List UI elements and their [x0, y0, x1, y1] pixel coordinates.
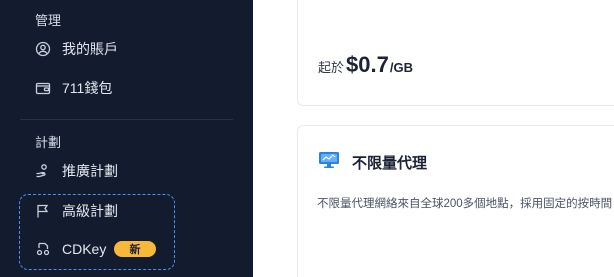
sidebar-item-label: 711錢包: [62, 80, 113, 96]
promotion-icon: [34, 162, 52, 180]
unlimited-proxy-card[interactable]: 不限量代理 不限量代理網絡來自全球200多個地點，採用固定的按時間: [297, 125, 614, 277]
section-title-plans: 計劃: [35, 135, 62, 150]
sidebar-item-premium-plan[interactable]: 高級計劃: [20, 193, 233, 229]
price-value: $0.7: [346, 52, 389, 77]
monitor-icon: [318, 151, 340, 169]
sidebar-divider: [20, 119, 233, 120]
card-title: 不限量代理: [352, 155, 428, 172]
main-content: 起於 $0.7 /GB 不限量代理 不限量代理網絡來自全球200多個地點，採用固…: [253, 0, 614, 277]
sidebar-item-label: 我的賬戶: [62, 41, 118, 57]
price-prefix: 起於: [318, 60, 345, 75]
user-circle-icon: [34, 40, 52, 58]
price-card: 起於 $0.7 /GB: [297, 0, 614, 106]
key-icon: [34, 240, 52, 258]
sidebar-item-label: CDKey: [62, 241, 107, 257]
sidebar: 管理 我的賬戶 711錢包 計劃 推廣計劃 高級計劃 CDKey 新: [0, 0, 253, 277]
section-title-manage: 管理: [35, 13, 62, 28]
sidebar-item-promotion[interactable]: 推廣計劃: [20, 153, 233, 189]
sidebar-item-my-account[interactable]: 我的賬戶: [20, 31, 233, 67]
price-row: 起於 $0.7 /GB: [318, 52, 413, 78]
new-badge: 新: [114, 241, 156, 257]
sidebar-item-label: 高級計劃: [62, 203, 118, 219]
flag-icon: [34, 202, 52, 220]
sidebar-item-wallet[interactable]: 711錢包: [20, 70, 233, 106]
wallet-icon: [34, 79, 52, 97]
card-description: 不限量代理網絡來自全球200多個地點，採用固定的按時間: [317, 198, 613, 210]
sidebar-item-label: 推廣計劃: [62, 163, 118, 179]
price-unit: /GB: [389, 60, 413, 75]
